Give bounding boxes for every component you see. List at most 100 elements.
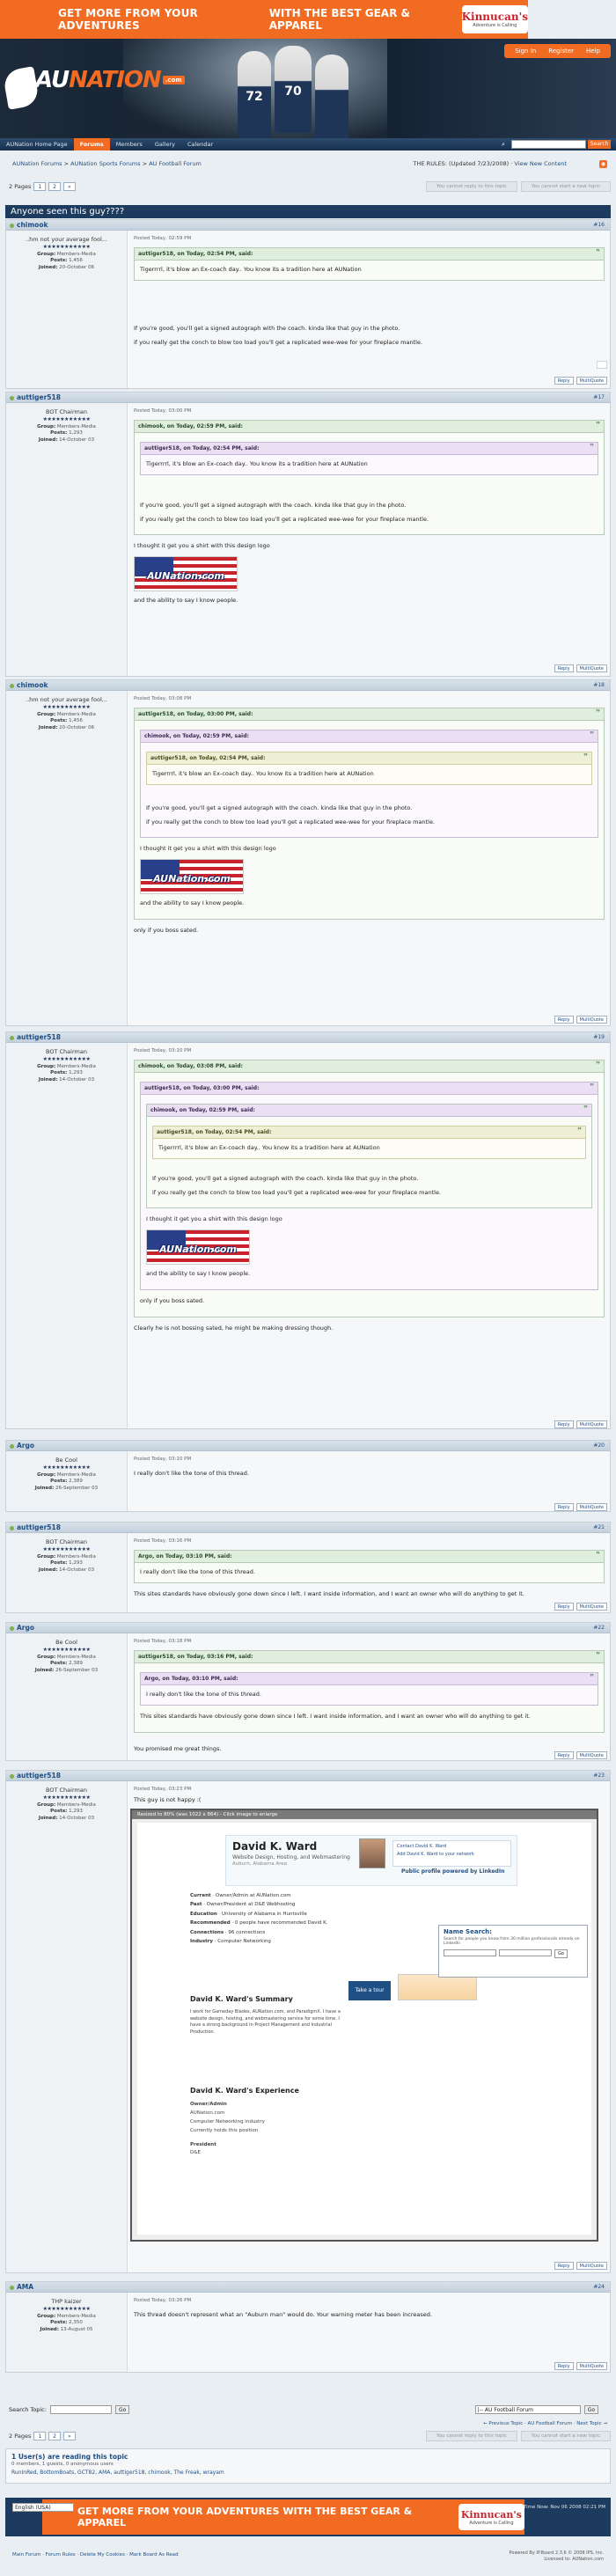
linkedin-badge[interactable]: Public profile powered by LinkedIn: [401, 1868, 504, 1875]
active-readers: 1 User(s) are reading this topic 0 membe…: [5, 2448, 611, 2484]
linkedin-screenshot[interactable]: Resized to 80% (was 1022 x 864) - Click …: [130, 1809, 598, 2242]
post: auttiger518 #21 BOT Chairman ★★★★★★★★★★★ G…: [5, 1522, 611, 1613]
rss-icon[interactable]: ◉: [599, 160, 607, 168]
post: auttiger518 #17 BOT Chairman ★★★★★★★★★★★ G…: [5, 392, 611, 677]
view-new-content-link[interactable]: View New Content: [514, 160, 567, 167]
reply-button[interactable]: Reply: [554, 664, 574, 672]
topic-search-input[interactable]: [49, 2405, 112, 2414]
bottom-ad-banner[interactable]: GET MORE FROM YOUR ADVENTURES WITH THE B…: [42, 2499, 524, 2535]
rules-line: THE RULES: (Updated 7/23/2008) · View Ne…: [413, 160, 567, 167]
take-tour-button[interactable]: Take a tour: [348, 1981, 391, 2000]
multiquote-button[interactable]: MultiQuote: [576, 664, 607, 672]
main-nav: AUNation Home Page Forums Members Galler…: [0, 138, 616, 150]
site-logo[interactable]: AU NATION .com: [35, 67, 185, 93]
name-search-box: Name Search: Search for people you know …: [438, 1925, 588, 1978]
breadcrumb-football[interactable]: AU Football Forum: [149, 160, 202, 167]
breadcrumb-sports[interactable]: AUNation Sports Forums: [70, 160, 140, 167]
help-link[interactable]: Help: [581, 48, 605, 55]
multiquote-button[interactable]: MultiQuote: [576, 2262, 607, 2270]
quote-block: ❞ auttiger518, on Today, 02:54 PM, said: T…: [152, 1126, 586, 1159]
multiquote-button[interactable]: MultiQuote: [576, 1016, 607, 1024]
report-icon[interactable]: [597, 361, 607, 369]
multiquote-button[interactable]: MultiQuote: [576, 1420, 607, 1428]
forum-jump-go[interactable]: Go: [583, 2405, 598, 2414]
multiquote-button[interactable]: MultiQuote: [576, 2362, 607, 2370]
kinnucans-logo: Kinnucan's Adventure is Calling: [461, 5, 528, 33]
post-author: ..hm not your average fool... ★★★★★★★★★★★…: [6, 691, 128, 1025]
topic-title: Anyone seen this guy????: [5, 205, 611, 218]
quote-block: ❞ chimook, on Today, 02:59 PM, said: ❞ aut…: [134, 420, 605, 536]
contact-link[interactable]: Contact David K. Ward: [397, 1843, 507, 1851]
linkedin-profile: David K. Ward Website Design, Hosting, a…: [137, 1823, 591, 2235]
multiquote-button[interactable]: MultiQuote: [576, 377, 607, 385]
tab-forums[interactable]: Forums: [73, 138, 110, 150]
quote-block: ❞ chimook, on Today, 03:08 PM, said: ❞ aut…: [134, 1060, 605, 1317]
header-player-1: 72: [238, 51, 271, 138]
post-author: BOT Chairman ★★★★★★★★★★★ Group: Members-M…: [6, 1533, 128, 1612]
tab-gallery[interactable]: Gallery: [149, 138, 181, 150]
cannot-reply-button[interactable]: You cannot reply to this topic: [426, 181, 517, 192]
quote-block: ❞ chimook, on Today, 02:59 PM, said: ❞ aut…: [146, 1104, 592, 1209]
ad-headline2: WITH THE BEST GEAR & APPAREL: [268, 7, 410, 32]
top-ad-banner[interactable]: GET MORE FROM YOUR ADVENTURES WITH THE B…: [0, 0, 528, 39]
cannot-start-button-bottom[interactable]: You cannot start a new topic: [521, 2431, 611, 2441]
post-author: THP kaizer ★★★★★★★★★★★ Group: Members-Med…: [6, 2293, 128, 2372]
multiquote-button[interactable]: MultiQuote: [576, 1503, 607, 1511]
quote-block: ❞ Argo, on Today, 03:10 PM, said: I really…: [140, 1672, 598, 1706]
aunation-flag-image: AUNation.com: [140, 859, 244, 894]
quote-block: ❞ auttiger518, on Today, 03:16 PM, said: …: [134, 1650, 605, 1733]
profile-photo: [359, 1838, 385, 1868]
ad-headline: GET MORE FROM YOUR ADVENTURES: [58, 7, 198, 32]
post: auttiger518 #19 BOT Chairman ★★★★★★★★★★★ G…: [5, 1031, 611, 1429]
search-input[interactable]: [511, 140, 586, 149]
time-now: Time Now: Nov 06 2008 02:21 PM: [523, 2505, 605, 2510]
register-link[interactable]: Register: [543, 48, 579, 55]
search-button[interactable]: Search: [588, 140, 611, 149]
reply-button[interactable]: Reply: [554, 1751, 574, 1759]
reply-button[interactable]: Reply: [554, 2362, 574, 2370]
quote-block: ❞ auttiger518, on Today, 02:54 PM, said: T…: [146, 752, 592, 785]
post-author: BOT Chairman ★★★★★★★★★★★ Group: Members-M…: [6, 1043, 128, 1428]
multiquote-button[interactable]: MultiQuote: [576, 1603, 607, 1611]
topic-nav-links[interactable]: ← Previous Topic · AU Football Forum · N…: [483, 2421, 607, 2426]
tab-members[interactable]: Members: [110, 138, 149, 150]
reply-button[interactable]: Reply: [554, 377, 574, 385]
post: Argo #22 Be Cool ★★★★★★★★★★★ Group: Member…: [5, 1622, 611, 1761]
quote-block: ❞ auttiger518, on Today, 03:00 PM, said: …: [140, 1082, 598, 1290]
powered-by: Powered By IP.Board 2.3.6 © 2008 IPS, In…: [509, 2550, 604, 2562]
reply-button[interactable]: Reply: [554, 1503, 574, 1511]
pagination-bottom: 2 Pages 1 2 »: [9, 2431, 76, 2441]
ad-photo: [398, 1974, 477, 2000]
name-search-go[interactable]: Go: [554, 1949, 568, 1958]
post-author: BOT Chairman ★★★★★★★★★★★ Group: Members-M…: [6, 403, 128, 676]
first-name-input[interactable]: [444, 1949, 496, 1956]
reply-button[interactable]: Reply: [554, 1420, 574, 1428]
reply-button[interactable]: Reply: [554, 2262, 574, 2270]
tab-home[interactable]: AUNation Home Page: [0, 138, 74, 150]
language-select[interactable]: English (USA): [12, 2503, 74, 2512]
post-author: ..hm not your average fool... ★★★★★★★★★★★…: [6, 231, 128, 388]
quote-block: ❞ auttiger518, on Today, 02:54 PM, said: T…: [134, 247, 605, 281]
quote-block: ❞ auttiger518, on Today, 02:54 PM, said: T…: [140, 442, 598, 475]
topic-search-go[interactable]: Go: [114, 2405, 130, 2414]
last-name-input[interactable]: [499, 1949, 552, 1956]
reply-button[interactable]: Reply: [554, 1603, 574, 1611]
reply-button[interactable]: Reply: [554, 1016, 574, 1024]
quote-block: ❞ Argo, on Today, 03:10 PM, said: I really…: [134, 1550, 605, 1583]
tab-calendar[interactable]: Calendar: [181, 138, 219, 150]
add-network-link[interactable]: Add David K. Ward to your network: [397, 1851, 507, 1859]
cannot-start-button[interactable]: You cannot start a new topic: [521, 181, 611, 192]
breadcrumb-forums[interactable]: AUNation Forums: [12, 160, 62, 167]
aunation-flag-image: AUNation.com: [146, 1229, 250, 1265]
multiquote-button[interactable]: MultiQuote: [576, 1751, 607, 1759]
post: Argo #20 Be Cool ★★★★★★★★★★★ Group: Member…: [5, 1440, 611, 1512]
post-author: Be Cool ★★★★★★★★★★★ Group: Members-Media P…: [6, 1451, 128, 1511]
cannot-reply-button-bottom[interactable]: You cannot reply to this topic: [426, 2431, 517, 2441]
post: AMA #24 THP kaizer ★★★★★★★★★★★ Group: Memb…: [5, 2281, 611, 2373]
forum-jump-select[interactable]: |-- AU Football Forum: [474, 2405, 581, 2414]
footer-links[interactable]: Main Forum · Forum Rules · Delete My Coo…: [12, 2552, 179, 2558]
sign-in-link[interactable]: Sign In: [510, 48, 541, 55]
aunation-flag-image: AUNation.com: [134, 556, 238, 591]
search-icon: ⌕: [502, 141, 505, 148]
post-author: Be Cool ★★★★★★★★★★★ Group: Members-Media P…: [6, 1633, 128, 1760]
